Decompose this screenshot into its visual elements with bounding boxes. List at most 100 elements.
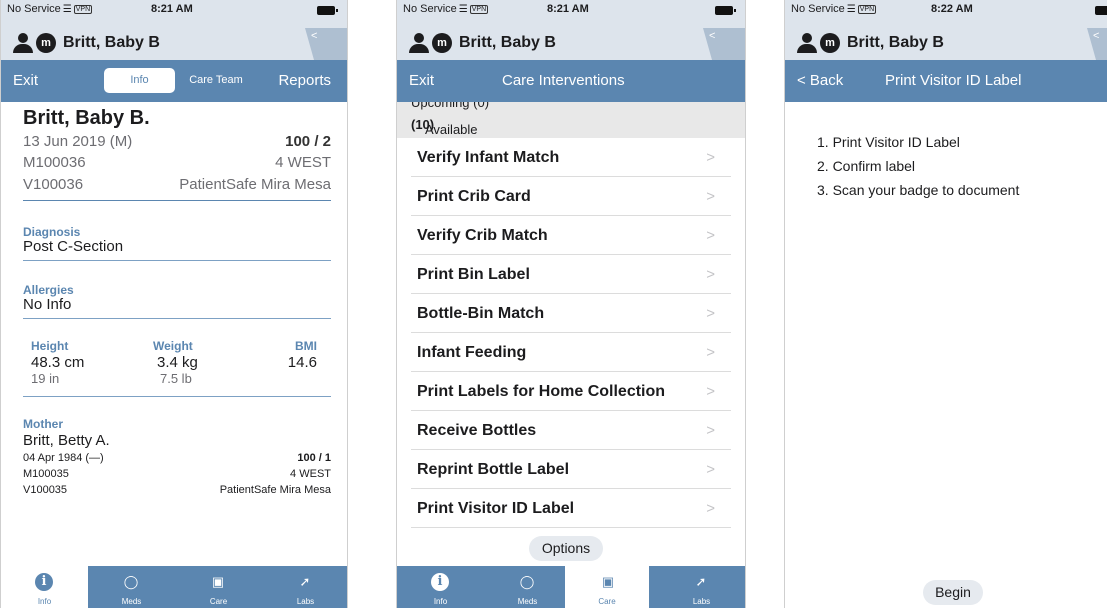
carrier-text: No Service ☰ VPN <box>403 3 489 15</box>
tab-labs[interactable]: ➚ Labs <box>658 566 745 608</box>
options-button[interactable]: Options <box>529 536 603 561</box>
facility: PatientSafe Mira Mesa <box>179 176 331 193</box>
patient-header: m Britt, Baby B < <box>785 28 1107 60</box>
tab-label: Care <box>209 597 228 606</box>
tab-info[interactable]: Info <box>104 68 175 93</box>
carrier-text: No Service ☰ VPN <box>7 3 93 15</box>
list-item[interactable]: Print Crib Card > <box>397 177 745 216</box>
list-item[interactable]: Reprint Bottle Label > <box>397 450 745 489</box>
bmi-label: BMI <box>295 339 317 353</box>
tab-info[interactable]: i Info <box>1 566 88 608</box>
back-button[interactable]: < Back <box>797 72 843 89</box>
pills-icon: ◯ <box>123 574 139 589</box>
unit: 4 WEST <box>275 154 331 171</box>
tab-care[interactable]: ▣ Care <box>565 566 649 608</box>
chevron-left-icon: < <box>709 30 716 42</box>
status-bar: No Service ☰ VPN 8:22 AM <box>785 0 1107 28</box>
weight-metric: Weight 3.4 kg 7.5 lb <box>153 339 198 386</box>
vpn-badge: VPN <box>73 5 93 14</box>
person-icon <box>13 33 33 53</box>
tab-label: Info <box>433 597 448 606</box>
mother-room: 100 / 1 <box>297 452 331 464</box>
instruction-step: 3. Scan your badge to document <box>817 182 1020 198</box>
patient-drawer-tab[interactable]: < <box>305 28 347 60</box>
person-icon <box>797 33 817 53</box>
status-bar: No Service ☰ VPN 8:21 AM <box>1 0 347 28</box>
begin-button[interactable]: Begin <box>923 580 983 605</box>
care-interventions-screen: No Service ☰ VPN 8:21 AM m Britt, Baby B <… <box>396 0 746 608</box>
print-visitor-label-screen: No Service ☰ VPN 8:22 AM m Britt, Baby B <… <box>784 0 1107 608</box>
visit-row: V100036 PatientSafe Mira Mesa <box>23 176 331 193</box>
list-item[interactable]: Print Visitor ID Label > <box>397 489 745 528</box>
tab-label: Labs <box>692 597 711 606</box>
tab-labs[interactable]: ➚ Labs <box>262 566 347 608</box>
tab-label: Info <box>37 597 52 606</box>
chevron-right-icon: > <box>706 383 715 400</box>
wifi-icon: ☰ <box>458 4 468 15</box>
instructions-list: 1. Print Visitor ID Label 2. Confirm lab… <box>817 134 1019 206</box>
patient-header: m Britt, Baby B < <box>397 28 745 60</box>
patient-badge-icon: m <box>432 33 452 53</box>
interventions-list: Verify Infant Match > Print Crib Card > Ve… <box>397 138 745 528</box>
tab-meds[interactable]: ◯ Meds <box>88 566 175 608</box>
wifi-icon: ☰ <box>62 4 72 15</box>
bmi-metric: BMI 14.6 <box>288 339 317 371</box>
list-item[interactable]: Print Labels for Home Collection > <box>397 372 745 411</box>
battery-icon <box>715 6 736 15</box>
allergies-label: Allergies <box>23 283 74 297</box>
exit-button[interactable]: Exit <box>409 72 434 89</box>
tab-bar: i Info ◯ Meds ▣ Care ➚ Labs <box>1 566 347 608</box>
tab-label: Labs <box>296 597 315 606</box>
list-item[interactable]: Infant Feeding > <box>397 333 745 372</box>
patient-full-name: Britt, Baby B. <box>23 107 150 129</box>
mother-unit: 4 WEST <box>290 468 331 480</box>
person-icon <box>409 33 429 53</box>
instruction-step: 2. Confirm label <box>817 158 916 174</box>
list-item[interactable]: Verify Crib Match > <box>397 216 745 255</box>
list-item[interactable]: Bottle-Bin Match > <box>397 294 745 333</box>
chevron-right-icon: > <box>706 188 715 205</box>
exit-button[interactable]: Exit <box>13 72 38 89</box>
room: 100 / 2 <box>285 133 331 150</box>
list-item[interactable]: Print Bin Label > <box>397 255 745 294</box>
mother-visit: V100035 <box>23 484 68 496</box>
vpn-badge: VPN <box>857 5 877 14</box>
patient-name: Britt, Baby B <box>847 34 944 51</box>
clipboard-icon: ▣ <box>601 574 615 589</box>
list-item-label: Bottle-Bin Match <box>417 305 545 322</box>
height-label: Height <box>31 339 69 353</box>
chevron-right-icon: > <box>706 266 715 283</box>
list-item[interactable]: Receive Bottles > <box>397 411 745 450</box>
tab-label: Care <box>598 597 616 606</box>
patient-drawer-tab[interactable]: < <box>1087 28 1107 60</box>
list-item-label: Verify Crib Match <box>417 227 548 244</box>
height-cm: 48.3 cm <box>31 354 85 371</box>
tab-label: Meds <box>121 597 142 606</box>
page-title: Care Interventions <box>502 72 625 89</box>
available-section-header: Available (10) <box>397 112 745 138</box>
chevron-right-icon: > <box>706 227 715 244</box>
allergies-value: No Info <box>23 296 72 313</box>
chevron-right-icon: > <box>706 500 715 517</box>
list-item-label: Print Crib Card <box>417 188 531 205</box>
tab-care[interactable]: ▣ Care <box>175 566 262 608</box>
dob: 13 Jun 2019 (M) <box>23 133 133 150</box>
upcoming-section-header[interactable]: Upcoming (0) <box>397 102 745 112</box>
tab-info[interactable]: i Info <box>397 566 484 608</box>
pills-icon: ◯ <box>519 574 535 589</box>
status-time: 8:22 AM <box>931 3 973 15</box>
chevron-right-icon: > <box>706 149 715 166</box>
diagnosis-label: Diagnosis <box>23 225 81 239</box>
status-time: 8:21 AM <box>547 3 589 15</box>
tab-meds[interactable]: ◯ Meds <box>484 566 571 608</box>
chevron-right-icon: > <box>706 422 715 439</box>
carrier-text: No Service ☰ VPN <box>791 3 877 15</box>
nav-bar: Exit Info Care Team Reports <box>1 60 347 102</box>
list-item[interactable]: Verify Infant Match > <box>397 138 745 177</box>
mrn: M100036 <box>23 154 86 171</box>
tab-care-team[interactable]: Care Team <box>181 68 251 93</box>
reports-button[interactable]: Reports <box>278 72 331 89</box>
patient-drawer-tab[interactable]: < <box>703 28 745 60</box>
list-item-label: Print Labels for Home Collection <box>417 383 666 400</box>
weight-label: Weight <box>153 339 193 353</box>
